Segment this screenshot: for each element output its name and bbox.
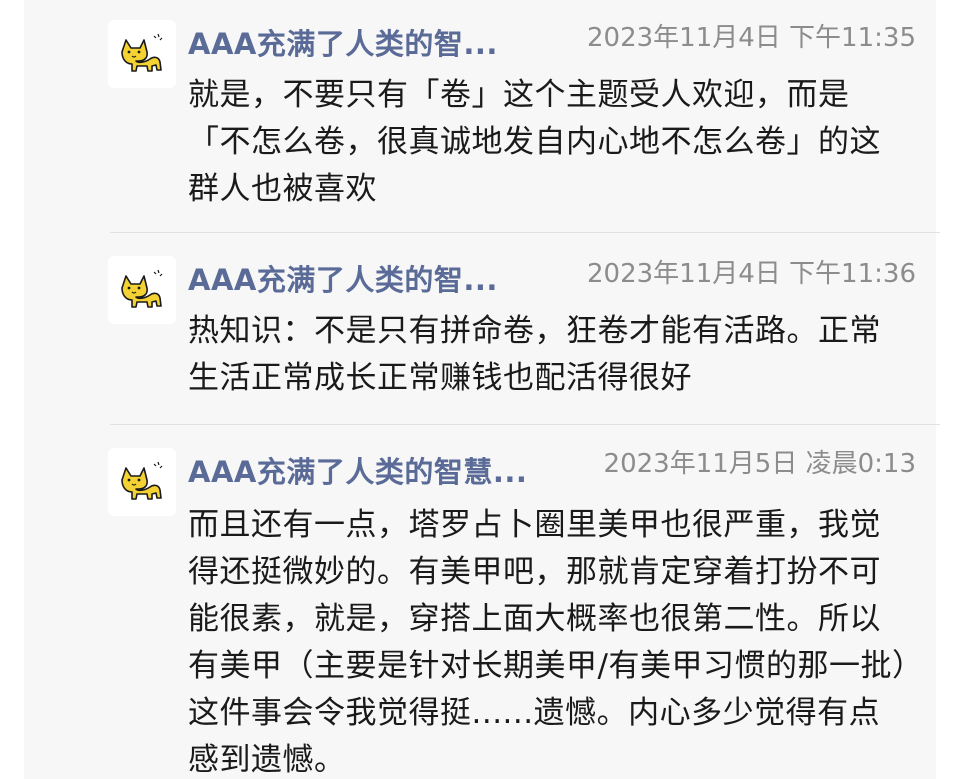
- left-gutter: [0, 0, 24, 779]
- sender-avatar[interactable]: [108, 256, 176, 324]
- chat-message[interactable]: AAA充满了人类的智慧... 2023年11月5日 凌晨0:13 而且还有一点，…: [24, 424, 936, 779]
- sender-avatar[interactable]: [108, 20, 176, 88]
- sender-name[interactable]: AAA充满了人类的智...: [188, 26, 498, 62]
- messages-panel[interactable]: AAA充满了人类的智... 2023年11月4日 下午11:35 就是，不要只有…: [24, 0, 940, 779]
- message-text: 就是，不要只有「卷」这个主题受人欢迎，而是「不怎么卷，很真诚地发自内心地不怎么卷…: [188, 77, 881, 207]
- yellow-cat-icon: [121, 33, 163, 72]
- sender-avatar[interactable]: [108, 448, 176, 516]
- message-timestamp: 2023年11月4日 下午11:35: [587, 23, 916, 53]
- message-text: 而且还有一点，塔罗占卜圈里美甲也很严重，我觉得还挺微妙的。有美甲吧，那就肯定穿着…: [188, 507, 908, 778]
- message-text: 热知识：不是只有拼命卷，狂卷才能有活路。正常生活正常成长正常赚钱也配活得很好: [188, 313, 881, 396]
- chat-message[interactable]: AAA充满了人类的智... 2023年11月4日 下午11:35 就是，不要只有…: [24, 0, 936, 232]
- yellow-cat-icon: [121, 461, 163, 500]
- message-timestamp: 2023年11月5日 凌晨0:13: [603, 449, 916, 479]
- message-timestamp: 2023年11月4日 下午11:36: [587, 259, 916, 289]
- sender-name[interactable]: AAA充满了人类的智...: [188, 262, 498, 298]
- chat-history-view: AAA充满了人类的智... 2023年11月4日 下午11:35 就是，不要只有…: [0, 0, 960, 779]
- yellow-cat-icon: [121, 269, 163, 308]
- sender-name[interactable]: AAA充满了人类的智慧...: [188, 454, 527, 490]
- chat-message[interactable]: AAA充满了人类的智... 2023年11月4日 下午11:36 热知识：不是只…: [24, 232, 936, 424]
